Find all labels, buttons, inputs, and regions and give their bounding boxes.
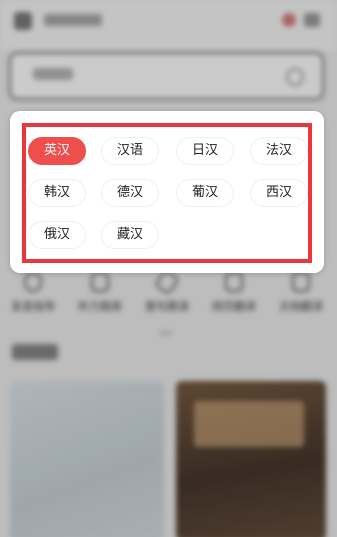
language-option-de-zh[interactable]: 德汉 bbox=[101, 179, 159, 207]
language-selector-popup: 英汉 汉语 日汉 法汉 韩汉 德汉 葡汉 西汉 俄汉 藏汉 bbox=[10, 111, 324, 273]
language-option-ru-zh[interactable]: 俄汉 bbox=[28, 221, 86, 249]
language-option-en-zh[interactable]: 英汉 bbox=[28, 137, 86, 165]
language-option-pt-zh[interactable]: 葡汉 bbox=[176, 179, 234, 207]
language-option-ko-zh[interactable]: 韩汉 bbox=[28, 179, 86, 207]
language-option-ja-zh[interactable]: 日汉 bbox=[176, 137, 234, 165]
screen: 发音指导 听力题库 壹句跟读 网页翻译 文档翻译 英汉 汉语 日汉 法汉 韩汉 … bbox=[0, 0, 337, 537]
language-option-zh[interactable]: 汉语 bbox=[101, 137, 159, 165]
language-option-es-zh[interactable]: 西汉 bbox=[250, 179, 308, 207]
language-option-fr-zh[interactable]: 法汉 bbox=[250, 137, 308, 165]
language-option-bo-zh[interactable]: 藏汉 bbox=[101, 221, 159, 249]
